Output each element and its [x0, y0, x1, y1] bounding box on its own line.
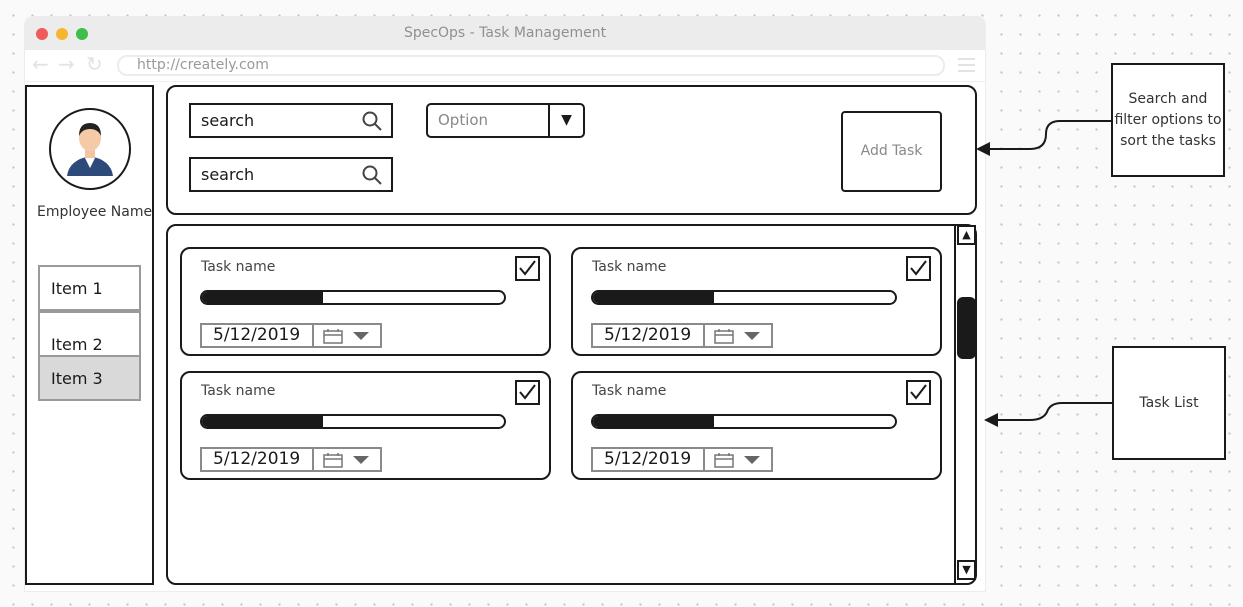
task-list-connector: [998, 402, 1112, 421]
filters-annotation: Search and filter options to sort the ta…: [1111, 63, 1225, 177]
arrowhead-icon: [976, 142, 990, 156]
task-list-annotation: Task List: [1112, 346, 1226, 460]
filters-connector: [990, 120, 1111, 150]
annotation-connectors: [976, 120, 1112, 427]
arrowhead-icon: [984, 413, 998, 427]
